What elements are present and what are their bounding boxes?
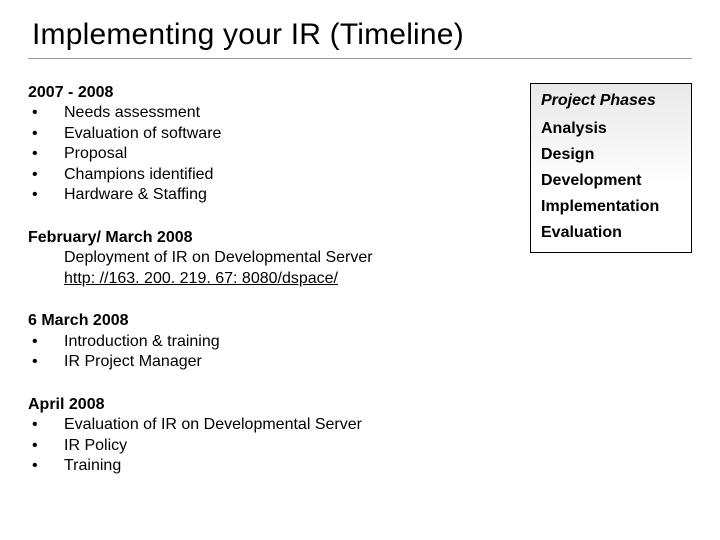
slide: Implementing your IR (Timeline) 2007 - 2… <box>0 0 720 540</box>
section-6-march-2008: 6 March 2008 Introduction & training IR … <box>28 311 518 372</box>
list-item: Training <box>28 456 518 476</box>
section-heading: February/ March 2008 <box>28 228 518 248</box>
bullet-list: Evaluation of IR on Developmental Server… <box>28 415 518 476</box>
slide-body: 2007 - 2008 Needs assessment Evaluation … <box>28 83 692 499</box>
indent-text: Deployment of IR on Developmental Server <box>28 248 518 268</box>
bullet-list: Needs assessment Evaluation of software … <box>28 103 518 205</box>
list-item: IR Policy <box>28 436 518 456</box>
list-item: IR Project Manager <box>28 352 518 372</box>
phase-item: Analysis <box>541 120 681 138</box>
phase-item: Evaluation <box>541 224 681 242</box>
section-heading: 6 March 2008 <box>28 311 518 331</box>
deployment-link[interactable]: http: //163. 200. 219. 67: 8080/dspace/ <box>64 270 338 287</box>
bullet-list: Introduction & training IR Project Manag… <box>28 332 518 373</box>
slide-title: Implementing your IR (Timeline) <box>28 18 692 59</box>
deployment-link-line: http: //163. 200. 219. 67: 8080/dspace/ <box>28 269 518 289</box>
list-item: Needs assessment <box>28 103 518 123</box>
project-phases-box: Project Phases Analysis Design Developme… <box>530 83 692 253</box>
phase-item: Implementation <box>541 198 681 216</box>
section-heading: April 2008 <box>28 395 518 415</box>
section-heading: 2007 - 2008 <box>28 83 518 103</box>
section-april-2008: April 2008 Evaluation of IR on Developme… <box>28 395 518 477</box>
list-item: Evaluation of IR on Developmental Server <box>28 415 518 435</box>
section-feb-march-2008: February/ March 2008 Deployment of IR on… <box>28 228 518 289</box>
list-item: Champions identified <box>28 165 518 185</box>
list-item: Introduction & training <box>28 332 518 352</box>
phase-item: Development <box>541 172 681 190</box>
phase-item: Design <box>541 146 681 164</box>
list-item: Proposal <box>28 144 518 164</box>
list-item: Evaluation of software <box>28 124 518 144</box>
section-2007-2008: 2007 - 2008 Needs assessment Evaluation … <box>28 83 518 206</box>
phases-title: Project Phases <box>541 92 681 110</box>
list-item: Hardware & Staffing <box>28 185 518 205</box>
content-column: 2007 - 2008 Needs assessment Evaluation … <box>28 83 530 499</box>
